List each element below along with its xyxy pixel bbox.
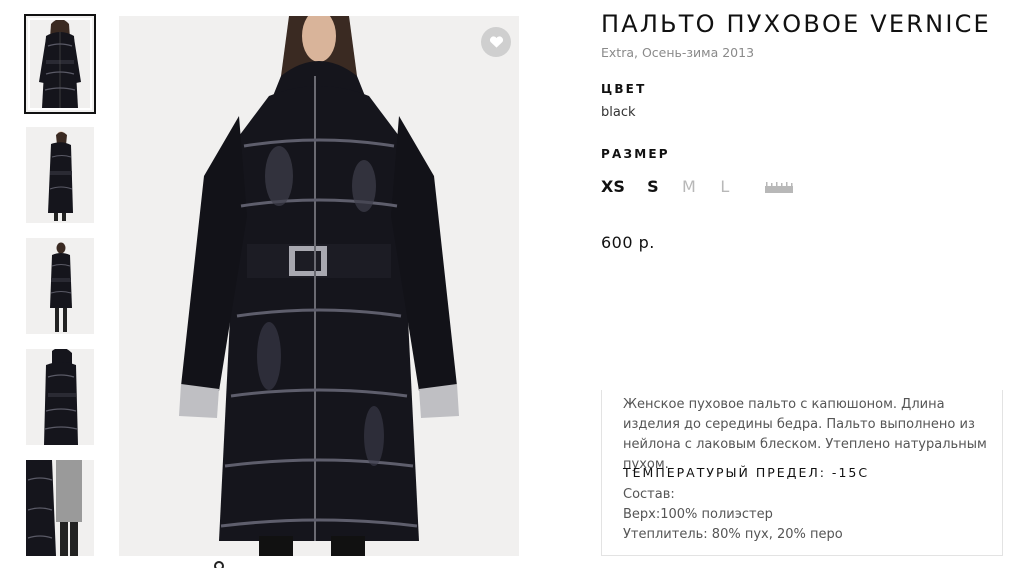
heart-icon [489,36,503,48]
thumbnail-detail-image [26,460,94,556]
product-description: Женское пуховое пальто с капюшоном. Длин… [601,390,1003,556]
color-value: black [601,105,636,120]
size-option-l: L [720,177,730,196]
size-label: РАЗМЕР [601,147,670,161]
composition-shell: Верх:100% полиэстер [623,507,773,522]
product-page: ПАЛЬТО ПУХОВОЕ VERNICE Extra, Осень-зима… [0,0,1031,568]
thumbnail-back-image [26,349,94,445]
composition: Состав: Верх:100% полиэстер Утеплитель: … [623,485,843,545]
size-option-s[interactable]: S [645,177,661,196]
thumbnail-back-open[interactable] [26,238,94,334]
product-collection: Extra, Осень-зима 2013 [601,45,755,60]
ruler-icon[interactable] [764,181,793,193]
thumbnail-front-image [26,16,94,112]
product-title: ПАЛЬТО ПУХОВОЕ VERNICE [601,10,991,38]
coat-photo [119,16,519,556]
size-option-m: M [681,177,696,196]
product-price: 600 р. [601,233,655,252]
composition-filling: Утеплитель: 80% пух, 20% перо [623,527,843,542]
color-label: ЦВЕТ [601,82,647,96]
temperature-limit: ТЕМПЕРАТУРЫЙ ПРЕДЕЛ: -15С [623,465,870,480]
thumbnail-back[interactable] [26,349,94,445]
description-text: Женское пуховое пальто с капюшоном. Длин… [623,397,987,472]
composition-label: Состав: [623,487,675,502]
product-main-image[interactable] [119,16,519,556]
thumbnail-back-open-image [26,238,94,334]
thumbnail-side[interactable] [26,127,94,223]
thumbnail-list [24,14,96,568]
size-option-xs[interactable]: XS [601,177,625,196]
thumbnail-front[interactable] [24,14,96,114]
size-selector: XS S M L [601,177,793,196]
thumbnail-detail[interactable] [26,460,94,556]
thumbnail-side-image [26,127,94,223]
carousel-indicator[interactable] [214,561,224,568]
favorite-button[interactable] [481,27,511,57]
